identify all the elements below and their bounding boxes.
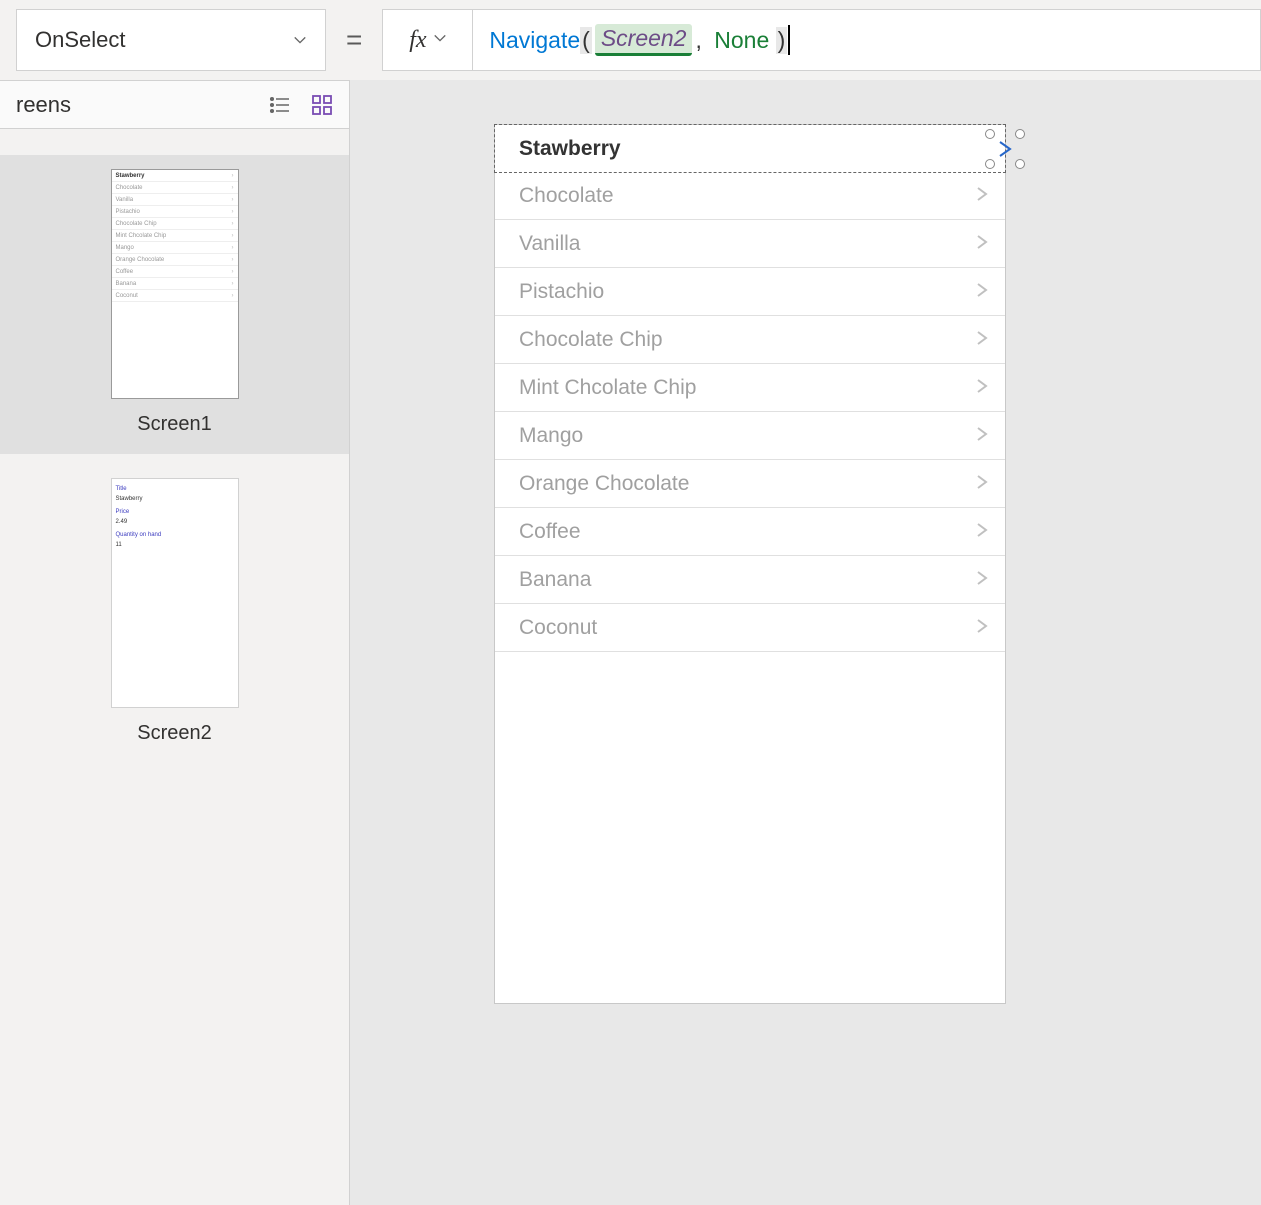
list-row[interactable]: Banana bbox=[495, 556, 1005, 604]
chevron-right-icon bbox=[973, 231, 991, 257]
property-dropdown[interactable]: OnSelect bbox=[16, 9, 326, 71]
text-cursor bbox=[788, 25, 790, 55]
fx-dropdown[interactable]: fx bbox=[383, 10, 473, 70]
list-row-label: Orange Chocolate bbox=[519, 472, 689, 496]
screen-item-screen2[interactable]: Title Stawberry Price 2.49 Quantity on h… bbox=[0, 478, 349, 745]
formula-token-open-paren: ( bbox=[580, 27, 592, 54]
list-row-label: Chocolate bbox=[519, 184, 614, 208]
tree-view-icon[interactable] bbox=[269, 94, 291, 116]
chevron-right-icon bbox=[973, 471, 991, 497]
formula-input[interactable]: Navigate ( Screen2 , None ) bbox=[473, 10, 1260, 70]
list-row-label: Stawberry bbox=[519, 137, 621, 161]
equals-label: = bbox=[340, 24, 368, 56]
chevron-right-icon bbox=[973, 375, 991, 401]
list-row[interactable]: Chocolate Chip bbox=[495, 316, 1005, 364]
list-row[interactable]: Chocolate bbox=[495, 172, 1005, 220]
formula-token-comma: , bbox=[695, 27, 701, 54]
formula-token-arg2: None bbox=[714, 27, 769, 54]
fx-label: fx bbox=[409, 27, 426, 54]
formula-token-close-paren: ) bbox=[776, 27, 788, 54]
formula-token-func: Navigate bbox=[489, 27, 580, 54]
list-row-label: Mango bbox=[519, 424, 583, 448]
chevron-right-icon bbox=[973, 279, 991, 305]
chevron-right-icon bbox=[973, 183, 991, 209]
list-row[interactable]: Mango bbox=[495, 412, 1005, 460]
list-row-label: Vanilla bbox=[519, 232, 580, 256]
list-row[interactable]: Mint Chcolate Chip bbox=[495, 364, 1005, 412]
screens-panel-header: reens bbox=[0, 81, 349, 129]
screen-item-label: Screen2 bbox=[137, 722, 212, 745]
list-row[interactable]: Coffee bbox=[495, 508, 1005, 556]
selection-handles[interactable] bbox=[988, 132, 1022, 166]
list-row[interactable]: Coconut bbox=[495, 604, 1005, 652]
list-row-label: Chocolate Chip bbox=[519, 328, 663, 352]
screen2-thumbnail: Title Stawberry Price 2.49 Quantity on h… bbox=[111, 478, 239, 708]
canvas-screen[interactable]: Stawberry Chocolate Vanilla Pistachio bbox=[494, 124, 1006, 1004]
formula-bar: OnSelect = fx Navigate ( Screen2 , None … bbox=[0, 0, 1261, 80]
screens-panel: reens Stawberry› Chocolate› Vanilla› bbox=[0, 80, 350, 1205]
list-row[interactable]: Pistachio bbox=[495, 268, 1005, 316]
chevron-right-icon bbox=[973, 327, 991, 353]
chevron-right-icon bbox=[973, 519, 991, 545]
chevron-right-icon bbox=[973, 567, 991, 593]
chevron-down-icon bbox=[293, 27, 307, 53]
screen-item-label: Screen1 bbox=[137, 413, 212, 436]
list-row-label: Mint Chcolate Chip bbox=[519, 376, 696, 400]
list-row-label: Coffee bbox=[519, 520, 581, 544]
list-row-label: Banana bbox=[519, 568, 591, 592]
list-row-label: Pistachio bbox=[519, 280, 604, 304]
property-name-label: OnSelect bbox=[35, 27, 126, 53]
list-row[interactable]: Stawberry bbox=[494, 124, 1006, 173]
screen-item-screen1[interactable]: Stawberry› Chocolate› Vanilla› Pistachio… bbox=[0, 155, 349, 454]
canvas-area: Stawberry Chocolate Vanilla Pistachio bbox=[350, 80, 1261, 1205]
formula-token-arg1: Screen2 bbox=[595, 24, 693, 56]
formula-container: fx Navigate ( Screen2 , None ) bbox=[382, 9, 1261, 71]
chevron-right-icon bbox=[973, 615, 991, 641]
screens-list: Stawberry› Chocolate› Vanilla› Pistachio… bbox=[0, 129, 349, 799]
chevron-down-icon bbox=[433, 31, 447, 50]
screen1-thumbnail: Stawberry› Chocolate› Vanilla› Pistachio… bbox=[111, 169, 239, 399]
chevron-right-icon bbox=[973, 423, 991, 449]
list-row-label: Coconut bbox=[519, 616, 597, 640]
screens-panel-title: reens bbox=[16, 92, 71, 118]
thumbnail-view-icon[interactable] bbox=[311, 94, 333, 116]
list-row[interactable]: Vanilla bbox=[495, 220, 1005, 268]
list-row[interactable]: Orange Chocolate bbox=[495, 460, 1005, 508]
